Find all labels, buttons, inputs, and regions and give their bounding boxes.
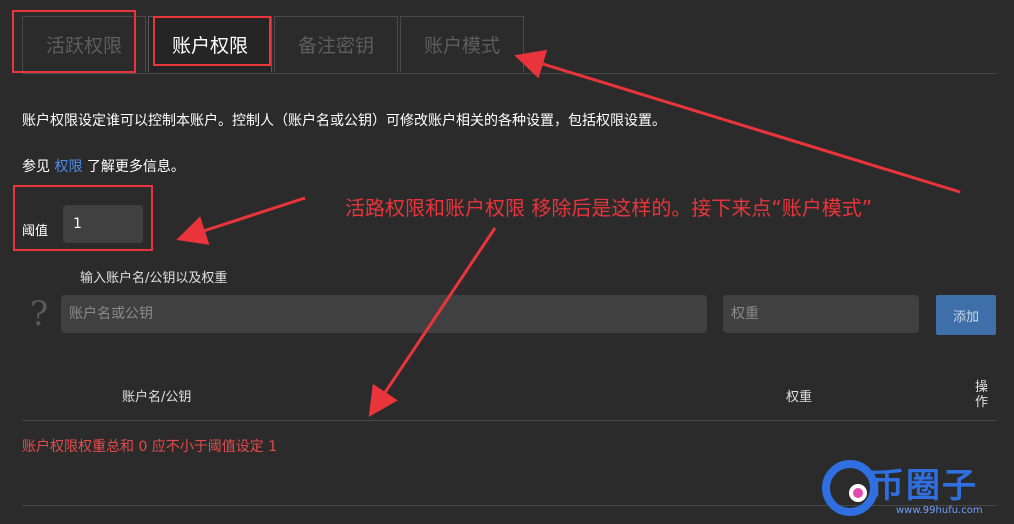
watermark-url: www.99hufu.com xyxy=(896,505,983,516)
annotation-arrows xyxy=(176,49,961,417)
arrow-to-account-mode xyxy=(514,49,961,194)
arrow-to-error xyxy=(368,227,497,417)
watermark-text: 币圈子 xyxy=(870,466,978,506)
arrow-to-threshold xyxy=(176,196,306,245)
